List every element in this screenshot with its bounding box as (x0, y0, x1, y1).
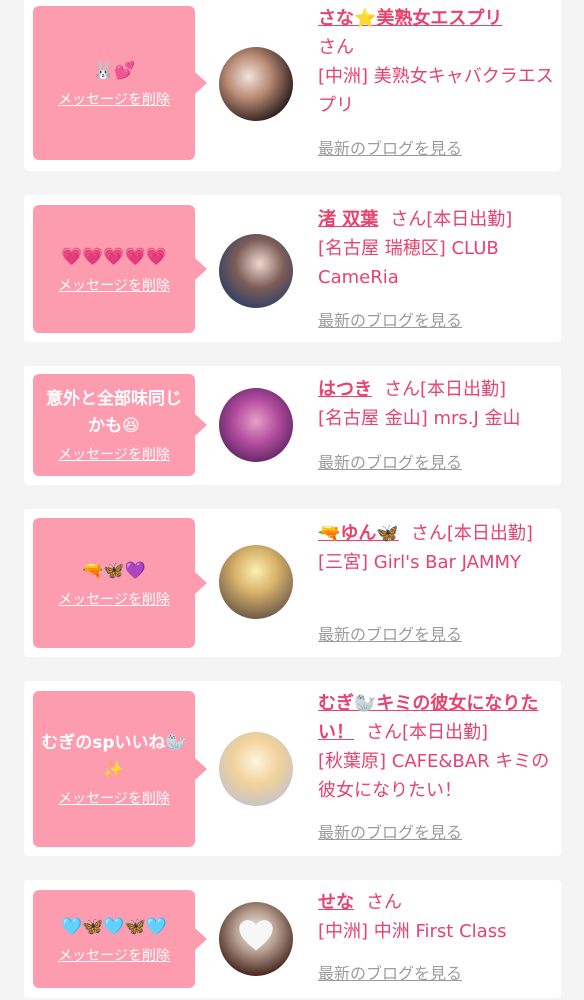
cast-info: 渚 双葉 さん[本日出勤] [名古屋 瑞穂区] CLUB CameRia (318, 205, 554, 292)
shop-name: [秋葉原] CAFE&BAR キミの彼女になりたい！ (318, 751, 550, 801)
cast-suffix: さん (318, 37, 354, 58)
cast-name-link[interactable]: せな (318, 892, 354, 913)
message-card: 意外と全部味同じかも😆 メッセージを削除 はつき さん[本日出勤] [名古屋 金山… (24, 366, 561, 485)
cast-name-link[interactable]: 🔫ゆん🦋 (318, 523, 399, 544)
white-heart-icon (239, 920, 273, 951)
cast-info: 🔫ゆん🦋 さん[本日出勤] [三宮] Girl's Bar JAMMY (318, 519, 554, 577)
delete-message-link[interactable]: メッセージを削除 (58, 947, 170, 965)
cast-name-link[interactable]: 渚 双葉 (318, 209, 378, 230)
cast-suffix: さん (366, 892, 402, 913)
message-bubble: 💗💗💗💗💗 メッセージを削除 (33, 205, 207, 333)
cast-info: むぎ🦭キミの彼女になりたい！ さん[本日出勤] [秋葉原] CAFE&BAR キミ… (318, 689, 554, 805)
message-bubble: 🩵🦋🩵🦋🩵 メッセージを削除 (33, 890, 207, 988)
message-card: 🔫🦋💜 メッセージを削除 🔫ゆん🦋 さん[本日出勤] [三宮] Girl's Ba… (24, 509, 561, 657)
message-card: むぎのspいいね🦭✨ メッセージを削除 むぎ🦭キミの彼女になりたい！ さん[本日出… (24, 681, 561, 856)
message-text: 意外と全部味同じかも😆 (46, 389, 182, 436)
shop-name: [名古屋 金山] mrs.J 金山 (318, 408, 521, 429)
message-text: 🩵🦋🩵🦋🩵 (61, 916, 167, 937)
latest-blog-link[interactable]: 最新のブログを見る (318, 453, 462, 473)
avatar[interactable] (219, 388, 293, 462)
latest-blog-link[interactable]: 最新のブログを見る (318, 625, 462, 645)
avatar[interactable] (219, 47, 293, 121)
delete-message-link[interactable]: メッセージを削除 (58, 91, 170, 109)
latest-blog-link[interactable]: 最新のブログを見る (318, 964, 462, 984)
cast-suffix: さん[本日出勤] (366, 722, 489, 743)
delete-message-link[interactable]: メッセージを削除 (58, 277, 170, 295)
message-text: 🔫🦋💜 (82, 560, 146, 581)
message-bubble: 🔫🦋💜 メッセージを削除 (33, 518, 207, 648)
avatar[interactable] (219, 902, 293, 976)
message-text: 🐰💕 (92, 60, 136, 81)
message-bubble: むぎのspいいね🦭✨ メッセージを削除 (33, 691, 207, 847)
shop-name: [名古屋 瑞穂区] CLUB CameRia (318, 238, 499, 288)
cast-info: はつき さん[本日出勤] [名古屋 金山] mrs.J 金山 (318, 375, 554, 433)
shop-name: [中洲] 美熟女キャバクラエスプリ (318, 66, 554, 116)
avatar[interactable] (219, 732, 293, 806)
message-card: 💗💗💗💗💗 メッセージを削除 渚 双葉 さん[本日出勤] [名古屋 瑞穂区] CL… (24, 195, 561, 342)
message-card: 🩵🦋🩵🦋🩵 メッセージを削除 せな さん [中洲] 中洲 First Class … (24, 880, 561, 998)
cast-info: さな⭐美熟女エスプリ さん [中洲] 美熟女キャバクラエスプリ (318, 4, 554, 120)
cast-name-link[interactable]: さな⭐美熟女エスプリ (318, 8, 502, 29)
latest-blog-link[interactable]: 最新のブログを見る (318, 311, 462, 331)
latest-blog-link[interactable]: 最新のブログを見る (318, 139, 462, 159)
cast-info: せな さん [中洲] 中洲 First Class (318, 888, 554, 946)
message-text: 💗💗💗💗💗 (61, 246, 167, 267)
shop-name: [三宮] Girl's Bar JAMMY (318, 552, 522, 573)
message-card: 🐰💕 メッセージを削除 さな⭐美熟女エスプリ さん [中洲] 美熟女キャバクラエ… (24, 0, 561, 171)
avatar[interactable] (219, 545, 293, 619)
latest-blog-link[interactable]: 最新のブログを見る (318, 823, 462, 843)
cast-suffix: さん[本日出勤] (390, 209, 513, 230)
cast-suffix: さん[本日出勤] (384, 379, 507, 400)
message-bubble: 意外と全部味同じかも😆 メッセージを削除 (33, 374, 207, 476)
delete-message-link[interactable]: メッセージを削除 (58, 591, 170, 609)
shop-name: [中洲] 中洲 First Class (318, 921, 507, 942)
cast-suffix: さん[本日出勤] (410, 523, 533, 544)
delete-message-link[interactable]: メッセージを削除 (58, 446, 170, 464)
message-bubble: 🐰💕 メッセージを削除 (33, 6, 207, 160)
delete-message-link[interactable]: メッセージを削除 (58, 790, 170, 808)
message-text: むぎのspいいね🦭✨ (41, 733, 187, 780)
avatar[interactable] (219, 234, 293, 308)
cast-name-link[interactable]: はつき (318, 379, 372, 400)
